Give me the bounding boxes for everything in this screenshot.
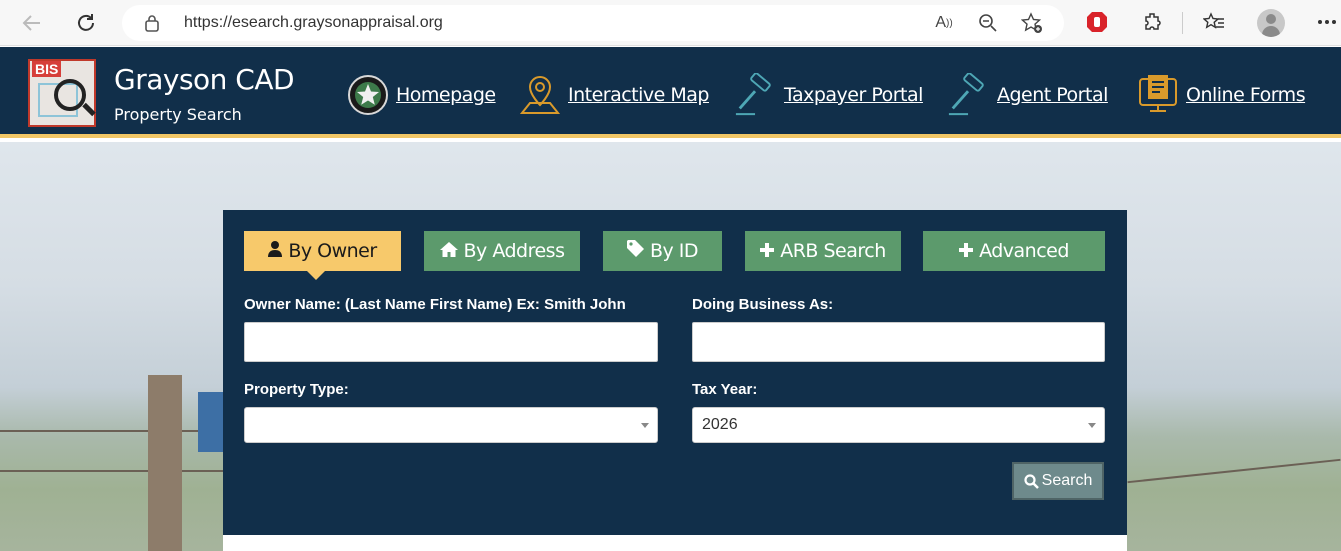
plus-icon bbox=[760, 241, 775, 262]
property-type-select[interactable] bbox=[244, 407, 658, 443]
nav-agent-portal[interactable]: Agent Portal bbox=[947, 73, 1108, 117]
arrow-left-icon bbox=[22, 15, 40, 31]
bis-logo[interactable]: BIS bbox=[28, 59, 96, 127]
favorite-add-icon[interactable] bbox=[1020, 11, 1044, 35]
search-button-label: Search bbox=[1041, 472, 1093, 489]
gavel-icon bbox=[947, 73, 991, 117]
owner-name-label: Owner Name: (Last Name First Name) Ex: S… bbox=[244, 296, 626, 313]
fence-wire bbox=[0, 470, 223, 472]
tab-label: By Address bbox=[463, 240, 565, 262]
nav-label: Online Forms bbox=[1186, 84, 1306, 106]
owner-name-input[interactable] bbox=[244, 322, 658, 362]
url-text[interactable]: https://esearch.graysonappraisal.org bbox=[184, 14, 443, 32]
nav-label: Taxpayer Portal bbox=[784, 84, 923, 106]
map-pin-icon bbox=[518, 73, 562, 117]
search-panel: By Owner By Address By ID ARB Search Adv… bbox=[223, 210, 1127, 535]
site-subtitle: Property Search bbox=[114, 105, 242, 124]
forms-icon bbox=[1136, 73, 1180, 117]
nav-taxpayer-portal[interactable]: Taxpayer Portal bbox=[734, 73, 923, 117]
zoom-out-icon[interactable] bbox=[976, 11, 1000, 35]
results-area bbox=[223, 535, 1127, 551]
tab-by-owner[interactable]: By Owner bbox=[244, 231, 401, 271]
toolbar-separator bbox=[1182, 12, 1183, 34]
read-aloud-icon[interactable]: A)) bbox=[932, 11, 956, 35]
tab-label: By Owner bbox=[288, 240, 377, 262]
tag-icon bbox=[626, 240, 644, 262]
address-bar[interactable]: https://esearch.graysonappraisal.org A)) bbox=[122, 5, 1064, 41]
star-seal-icon bbox=[346, 73, 390, 117]
profile-avatar[interactable] bbox=[1257, 9, 1285, 37]
nav-online-forms[interactable]: Online Forms bbox=[1136, 73, 1306, 117]
chevron-down-icon bbox=[641, 423, 649, 428]
magnifier-handle bbox=[82, 102, 96, 117]
lock-icon bbox=[145, 15, 159, 32]
chevron-down-icon bbox=[1088, 423, 1096, 428]
tab-arb-search[interactable]: ARB Search bbox=[745, 231, 901, 271]
fence-wire bbox=[0, 430, 223, 432]
browser-toolbar: https://esearch.graysonappraisal.org A)) bbox=[0, 0, 1341, 46]
tab-by-id[interactable]: By ID bbox=[603, 231, 722, 271]
search-icon bbox=[1024, 473, 1039, 489]
tax-year-select[interactable]: 2026 bbox=[692, 407, 1105, 443]
nav-label: Agent Portal bbox=[997, 84, 1108, 106]
site-title: Grayson CAD bbox=[114, 63, 295, 96]
more-menu-icon[interactable] bbox=[1313, 8, 1341, 36]
back-button[interactable] bbox=[16, 7, 48, 39]
reload-icon bbox=[78, 14, 94, 31]
favorites-icon[interactable] bbox=[1200, 8, 1228, 36]
adblock-extension-icon[interactable] bbox=[1083, 8, 1111, 36]
tab-label: Advanced bbox=[979, 240, 1069, 262]
tab-advanced[interactable]: Advanced bbox=[923, 231, 1105, 271]
fence-post bbox=[148, 375, 182, 551]
dba-input[interactable] bbox=[692, 322, 1105, 362]
property-type-label: Property Type: bbox=[244, 381, 349, 398]
blue-post bbox=[198, 392, 224, 452]
tab-label: By ID bbox=[649, 240, 699, 262]
tab-by-address[interactable]: By Address bbox=[424, 231, 580, 271]
search-button[interactable]: Search bbox=[1012, 462, 1104, 500]
tax-year-label: Tax Year: bbox=[692, 381, 758, 398]
nav-interactive-map[interactable]: Interactive Map bbox=[518, 75, 709, 115]
reload-button[interactable] bbox=[70, 7, 102, 39]
plus-icon bbox=[959, 241, 974, 262]
nav-label: Interactive Map bbox=[568, 84, 709, 106]
active-tab-pointer bbox=[307, 271, 325, 280]
site-header: BIS Grayson CAD Property Search Homepage… bbox=[0, 47, 1341, 138]
user-icon bbox=[268, 240, 283, 262]
dba-label: Doing Business As: bbox=[692, 296, 834, 313]
logo-text: BIS bbox=[32, 61, 62, 77]
nav-label: Homepage bbox=[396, 84, 496, 106]
tab-label: ARB Search bbox=[780, 240, 886, 262]
gavel-icon bbox=[734, 73, 778, 117]
nav-homepage[interactable]: Homepage bbox=[346, 75, 496, 115]
home-icon bbox=[439, 241, 458, 262]
extensions-icon[interactable] bbox=[1139, 8, 1167, 36]
tax-year-value: 2026 bbox=[702, 416, 738, 433]
